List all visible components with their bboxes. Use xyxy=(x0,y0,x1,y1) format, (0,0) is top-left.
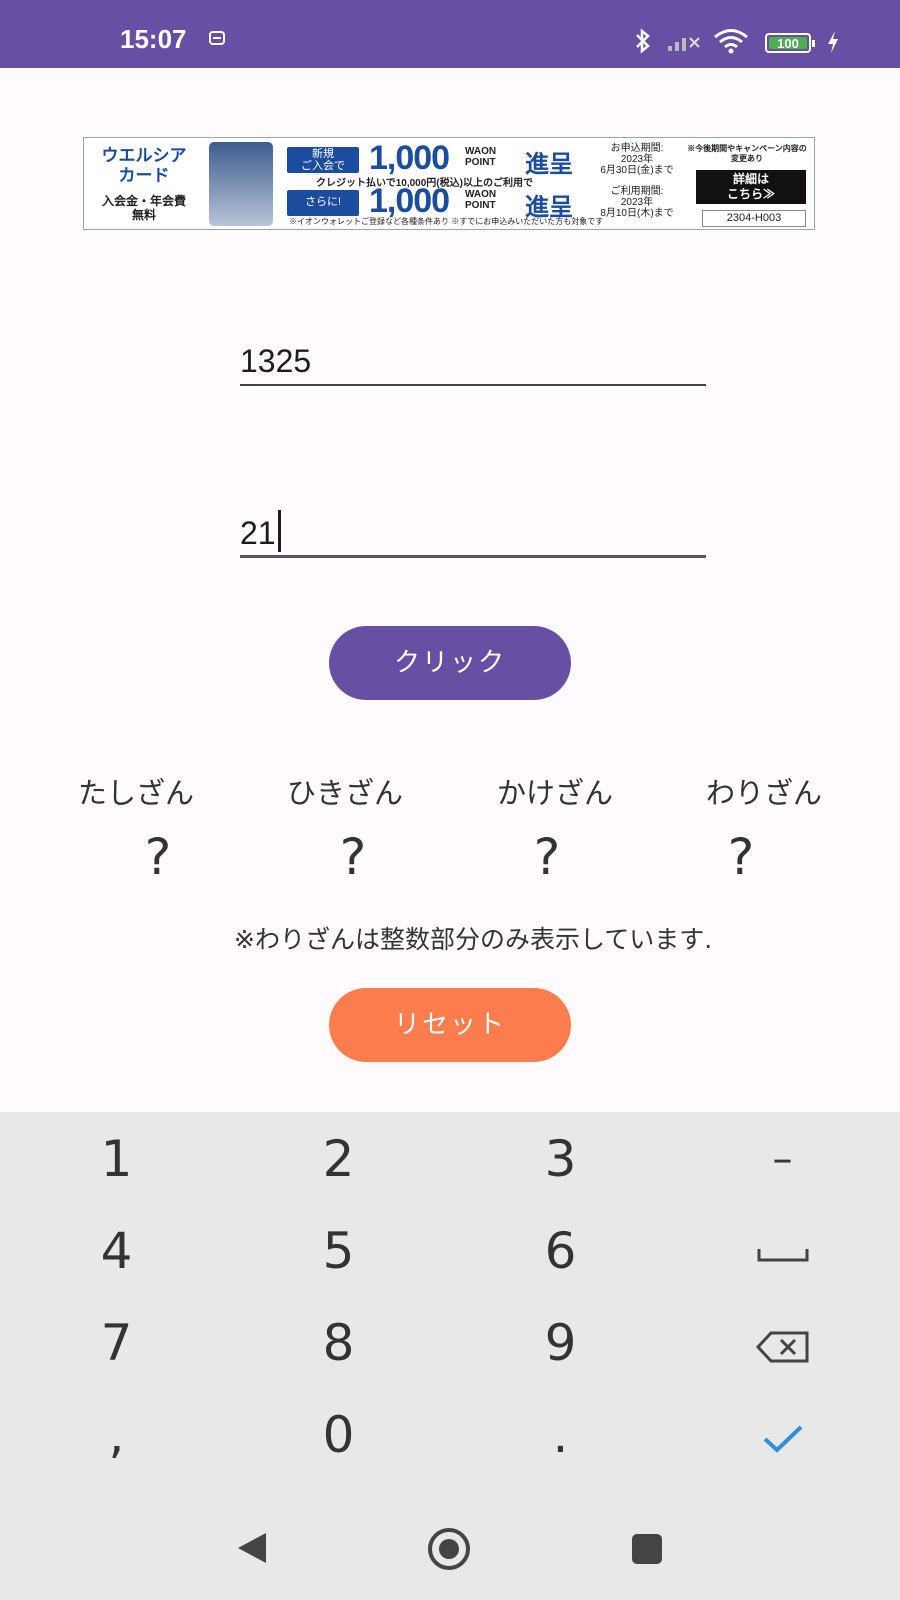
waon2-line2: POINT xyxy=(465,200,496,211)
ad-amount-1: 1,000 xyxy=(369,139,450,177)
ad-period-1-line1: お申込期間: xyxy=(610,143,664,154)
second-number-content: 21 xyxy=(240,510,281,552)
addition-result: ? xyxy=(144,828,172,886)
back-icon[interactable] xyxy=(234,1530,270,1566)
wifi-icon xyxy=(714,29,748,54)
reset-button[interactable]: リセット xyxy=(329,988,571,1062)
ad-period-1-line2: 2023年 xyxy=(620,154,654,165)
key-1[interactable]: 1 xyxy=(4,1112,229,1206)
first-number-value: 1325 xyxy=(240,343,312,379)
first-number-input[interactable]: 1325 xyxy=(240,342,706,386)
numeric-keyboard: 1 2 3 – 4 5 6 7 8 9 , 0 . xyxy=(0,1112,900,1504)
ad-note: ※今後期間やキャンペーン内容の変更あり xyxy=(687,144,807,163)
ad-brand: ウエルシア カード 入会金・年会費 無料 xyxy=(90,146,198,222)
ad-new-member-badge: 新規 ご入会で xyxy=(287,147,359,173)
backspace-icon xyxy=(755,1331,808,1362)
ad-brand-sub2: 無料 xyxy=(131,208,156,222)
ad-brand-line1: ウエルシア xyxy=(101,146,187,165)
ad-period-1: お申込期間: 2023年 6月30日(金)まで xyxy=(592,143,682,176)
status-time: 15:07 xyxy=(120,24,187,54)
ad-pill-line1: 新規 xyxy=(312,148,334,160)
multiplication-label: かけざん xyxy=(496,776,613,810)
subtraction-result: ? xyxy=(339,828,367,886)
addition-label: たしざん xyxy=(77,776,194,810)
key-7[interactable]: 7 xyxy=(4,1296,229,1390)
ad-footnote: ※イオンウォレットご登録など各種条件あり ※すでにお申込みいただいた方も対象です xyxy=(289,217,604,226)
second-number-value: 21 xyxy=(240,515,276,551)
ad-more-badge: さらに! xyxy=(287,190,359,216)
ad-period-1-line3: 6月30日(金)まで xyxy=(600,165,674,176)
key-0[interactable]: 0 xyxy=(226,1388,451,1482)
waon-point-logo: WAON POINT xyxy=(465,146,496,168)
key-3[interactable]: 3 xyxy=(448,1112,673,1206)
division-label: わりざん xyxy=(705,776,822,810)
key-6[interactable]: 6 xyxy=(448,1204,673,1298)
key-backspace[interactable] xyxy=(670,1296,895,1390)
bluetooth-icon xyxy=(636,28,650,54)
key-space[interactable] xyxy=(670,1204,895,1298)
checkmark-icon xyxy=(763,1425,802,1453)
ad-period-2-line3: 8月10日(木)まで xyxy=(600,208,674,219)
key-enter[interactable] xyxy=(670,1388,895,1482)
waon-line2: POINT xyxy=(465,157,496,168)
ad-code: 2304-H003 xyxy=(702,210,806,227)
ad-period-2: ご利用期間: 2023年 8月10日(木)まで xyxy=(592,186,682,219)
charging-bolt-icon xyxy=(828,31,838,53)
space-icon xyxy=(757,1248,808,1261)
second-number-underline xyxy=(240,555,706,558)
click-button[interactable]: クリック xyxy=(329,626,571,700)
key-9[interactable]: 9 xyxy=(448,1296,673,1390)
battery-icon: 100 xyxy=(765,33,815,53)
ad-brand-line2: カード xyxy=(118,166,170,185)
waon-point-logo-2: WAON POINT xyxy=(465,189,496,211)
ad-banner[interactable]: ウエルシア カード 入会金・年会費 無料 新規 ご入会で 1,000 WAON … xyxy=(83,137,815,230)
ad-detail-button[interactable]: 詳細は こちら≫ xyxy=(696,170,806,204)
battery-level: 100 xyxy=(769,37,807,50)
text-cursor xyxy=(277,510,281,552)
key-8[interactable]: 8 xyxy=(226,1296,451,1390)
credit-card-image xyxy=(209,142,273,226)
division-result: ? xyxy=(727,828,755,886)
subtraction-label: ひきざん xyxy=(286,776,403,810)
division-note: ※わりざんは整数部分のみ表示しています. xyxy=(234,925,713,954)
recents-icon[interactable] xyxy=(630,1532,664,1566)
key-minus[interactable]: – xyxy=(670,1112,895,1206)
ad-pill-line2: ご入会で xyxy=(301,160,345,172)
key-comma[interactable]: , xyxy=(4,1388,229,1482)
ad-period-2-line2: 2023年 xyxy=(620,197,654,208)
bot-face-icon xyxy=(209,31,225,45)
ad-period-2-line1: ご利用期間: xyxy=(610,186,664,197)
home-icon[interactable] xyxy=(426,1526,472,1572)
key-period[interactable]: . xyxy=(448,1388,673,1482)
key-4[interactable]: 4 xyxy=(4,1204,229,1298)
ad-brand-sub1: 入会金・年会費 xyxy=(101,194,186,208)
waon2-line1: WAON xyxy=(465,189,497,200)
key-5[interactable]: 5 xyxy=(226,1204,451,1298)
second-number-input[interactable]: 21 xyxy=(240,510,706,558)
navigation-bar xyxy=(0,1504,900,1600)
waon-line1: WAON xyxy=(465,146,497,157)
first-number-underline xyxy=(240,384,706,386)
key-2[interactable]: 2 xyxy=(226,1112,451,1206)
multiplication-result: ? xyxy=(533,828,561,886)
status-bar: 15:07 100 xyxy=(0,0,900,68)
ad-detail-line1: 詳細は xyxy=(732,172,769,186)
cell-signal-icon xyxy=(668,37,700,51)
ad-detail-line2: こちら≫ xyxy=(726,187,775,201)
